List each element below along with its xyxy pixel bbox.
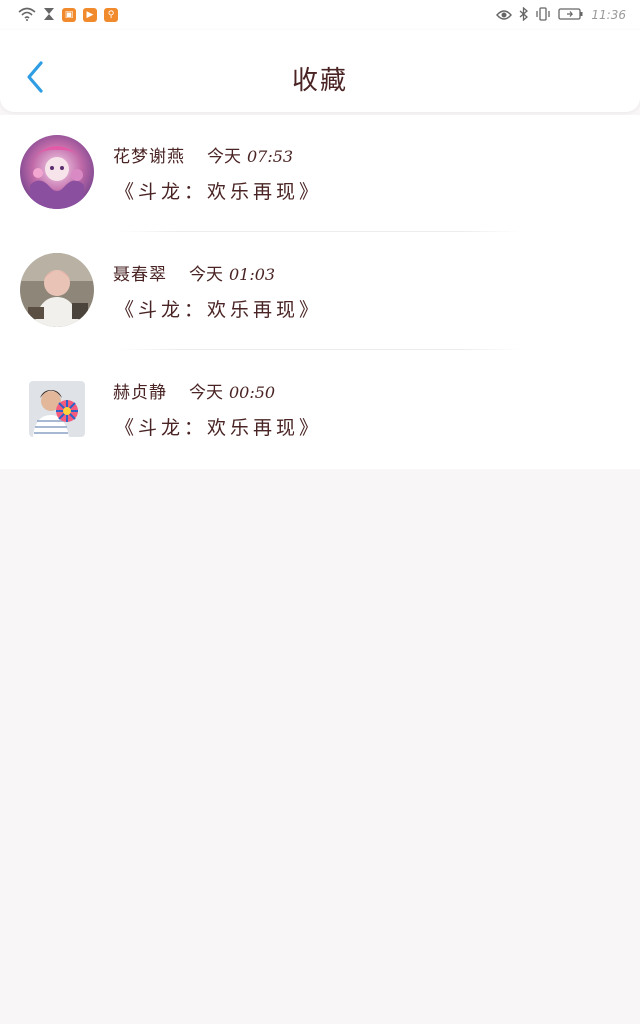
hourglass-icon [43, 6, 55, 25]
item-meta: 花梦谢燕 今天 07:53 [113, 142, 293, 167]
status-bar: ▣ ▶ ⚲ 11:36 [0, 0, 640, 30]
item-time: 01:03 [229, 265, 276, 284]
author-name: 花梦谢燕 [113, 147, 185, 167]
author-name: 赫贞静 [113, 383, 167, 403]
header: 收藏 [0, 30, 640, 112]
list-divider [120, 349, 520, 350]
accessibility-app-icon: ⚲ [104, 8, 118, 22]
person-photo-avatar[interactable] [20, 253, 94, 327]
bluetooth-icon [519, 6, 529, 25]
page-title: 收藏 [291, 66, 348, 96]
status-bar-right: 11:36 [496, 6, 626, 25]
author-name: 聂春翠 [113, 265, 167, 285]
item-day: 今天 [207, 147, 241, 167]
status-bar-left: ▣ ▶ ⚲ [18, 6, 118, 25]
video-app-icon: ▶ [83, 8, 97, 22]
item-meta: 聂春翠 今天 01:03 [113, 260, 275, 285]
eye-icon [496, 6, 513, 25]
list-item[interactable]: 花梦谢燕 今天 07:53 《斗龙：欢乐再现》 [0, 115, 640, 233]
list-divider [120, 231, 520, 232]
anime-avatar[interactable] [20, 135, 94, 209]
list-item[interactable]: 聂春翠 今天 01:03 《斗龙：欢乐再现》 [0, 233, 640, 351]
item-day: 今天 [189, 383, 223, 403]
vibrate-icon [535, 6, 551, 25]
item-day: 今天 [189, 265, 223, 285]
battery-charging-icon [558, 6, 584, 25]
item-time: 00:50 [229, 383, 276, 402]
item-message: 《斗龙：欢乐再现》 [115, 299, 323, 321]
favorites-list: 花梦谢燕 今天 07:53 《斗龙：欢乐再现》 聂春翠 今天 01:03 《斗龙… [0, 115, 640, 469]
status-time: 11:36 [591, 8, 626, 22]
item-time: 07:53 [247, 147, 294, 166]
person-with-toy-avatar[interactable] [29, 381, 85, 437]
list-item[interactable]: 赫贞静 今天 00:50 《斗龙：欢乐再现》 [0, 351, 640, 469]
item-message: 《斗龙：欢乐再现》 [115, 417, 323, 439]
item-meta: 赫贞静 今天 00:50 [113, 378, 275, 403]
game-app-icon: ▣ [62, 8, 76, 22]
wifi-icon [18, 6, 36, 25]
item-message: 《斗龙：欢乐再现》 [115, 181, 323, 203]
